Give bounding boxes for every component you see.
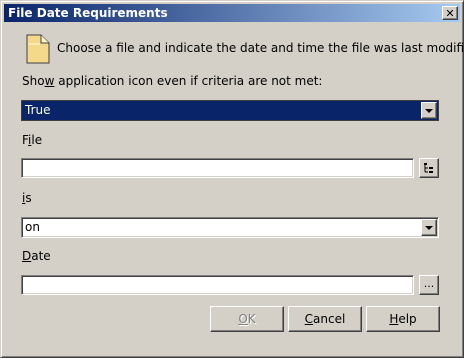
title-bar[interactable]: File Date Requirements ✕	[4, 4, 460, 22]
chevron-down-icon	[425, 108, 433, 113]
date-label: Date	[22, 249, 51, 263]
date-input[interactable]	[21, 275, 414, 295]
chevron-down-icon	[425, 225, 433, 230]
window-title: File Date Requirements	[8, 6, 168, 20]
close-icon: ✕	[445, 6, 455, 20]
date-picker-button[interactable]: ...	[419, 275, 439, 295]
file-input[interactable]	[21, 158, 414, 178]
file-label: File	[22, 133, 43, 147]
file-browse-button[interactable]	[419, 158, 439, 178]
is-dropdown-button[interactable]	[421, 219, 437, 236]
tree-browse-icon	[424, 163, 433, 173]
show-icon-select[interactable]: True	[21, 100, 439, 121]
show-icon-value: True	[25, 103, 51, 117]
is-select[interactable]: on	[21, 217, 439, 238]
document-icon	[26, 34, 50, 64]
ok-button[interactable]: OK	[210, 306, 284, 332]
is-value: on	[25, 220, 40, 234]
show-icon-dropdown-button[interactable]	[421, 102, 437, 119]
ellipsis-icon: ...	[423, 277, 435, 290]
help-button[interactable]: Help	[366, 306, 440, 332]
close-button[interactable]: ✕	[442, 6, 458, 20]
dialog-window: File Date Requirements ✕ Choose a file a…	[0, 0, 464, 358]
intro-text: Choose a file and indicate the date and …	[57, 41, 464, 55]
show-icon-label: Show application icon even if criteria a…	[22, 74, 323, 88]
cancel-button[interactable]: Cancel	[288, 306, 362, 332]
is-label: is	[22, 191, 32, 205]
